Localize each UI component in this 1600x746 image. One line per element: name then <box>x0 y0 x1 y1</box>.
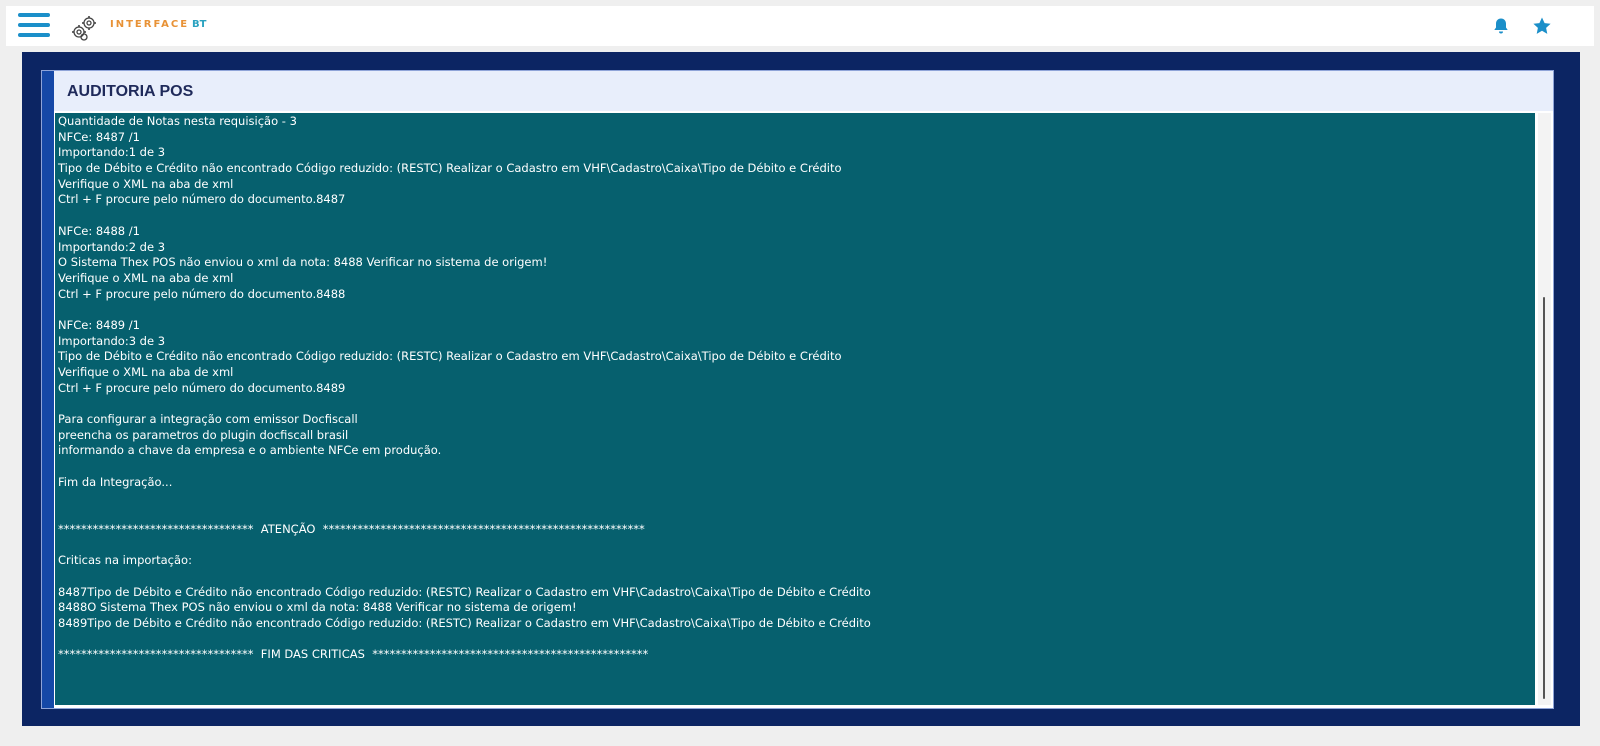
log-textarea[interactable]: Quantidade de Notas nesta requisição - 3… <box>55 113 1535 705</box>
log-line: O Sistema Thex POS não enviou o xml da n… <box>58 255 548 270</box>
log-line: Para configurar a integração com emissor… <box>58 412 358 427</box>
log-line: Importando:2 de 3 <box>58 239 166 254</box>
bell-icon[interactable] <box>1492 17 1510 35</box>
log-line: Ctrl + F procure pelo número do document… <box>58 192 346 207</box>
log-line: informando a chave da empresa e o ambien… <box>58 443 442 458</box>
scrollbar-thumb[interactable] <box>1543 297 1545 699</box>
log-line: Tipo de Débito e Crédito não encontrado … <box>58 349 842 364</box>
log-line: Fim da Integração... <box>58 474 173 489</box>
log-line: Ctrl + F procure pelo número do document… <box>58 380 346 395</box>
panel-header: AUDITORIA POS <box>54 71 1553 111</box>
logo-text: INTERFACE <box>110 19 190 30</box>
log-line: Tipo de Débito e Crédito não encontrado … <box>58 161 842 176</box>
log-line: Verifique o XML na aba de xml <box>58 176 234 191</box>
page-title: AUDITORIA POS <box>67 83 194 100</box>
star-icon[interactable] <box>1532 16 1552 36</box>
log-line: Importando:1 de 3 <box>58 145 166 160</box>
panel-accent-bar <box>42 71 54 708</box>
log-line: Quantidade de Notas nesta requisição - 3 <box>58 114 297 128</box>
scrollbar[interactable] <box>1538 113 1551 705</box>
log-line: Importando:3 de 3 <box>58 333 166 348</box>
gears-logo-icon <box>72 16 96 41</box>
log-line: preencha os parametros do plugin docfisc… <box>58 427 349 442</box>
hamburger-menu-icon[interactable] <box>18 13 50 39</box>
log-line: NFCe: 8487 /1 <box>58 129 140 144</box>
log-line: Verifique o XML na aba de xml <box>58 365 234 379</box>
log-line: NFCe: 8488 /1 <box>58 223 140 238</box>
log-line: ********************************** ATENÇ… <box>58 521 645 536</box>
log-line: NFCe: 8489 /1 <box>58 317 140 332</box>
logo-subtext: BT <box>192 19 207 30</box>
log-line: 8488O Sistema Thex POS não enviou o xml … <box>58 600 577 615</box>
log-line: Criticas na importação: <box>58 553 192 568</box>
top-bar: INTERFACE BT <box>6 6 1594 46</box>
log-line: Ctrl + F procure pelo número do document… <box>58 286 346 301</box>
log-line: 8487Tipo de Débito e Crédito não encontr… <box>58 584 871 599</box>
log-line: Verifique o XML na aba de xml <box>58 270 234 285</box>
log-line: 8489Tipo de Débito e Crédito não encontr… <box>58 616 871 630</box>
log-line: ********************************** FIM D… <box>58 647 649 662</box>
